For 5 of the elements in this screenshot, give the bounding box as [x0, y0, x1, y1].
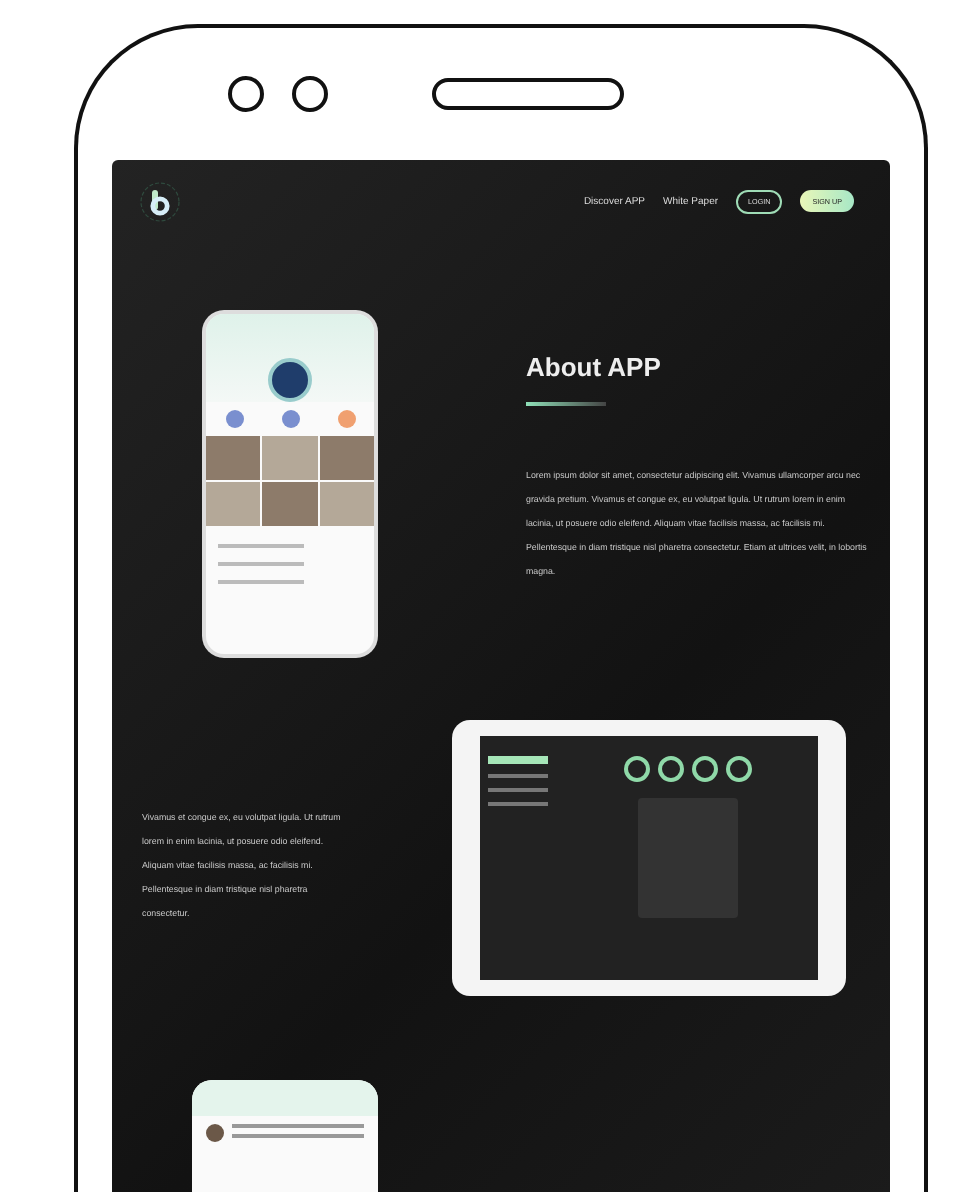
sensor-dot: [292, 76, 328, 112]
section-title: About APP: [526, 352, 663, 382]
accent-bar: [526, 402, 606, 406]
sensor-dot: [228, 76, 264, 112]
logo-icon[interactable]: [140, 181, 180, 221]
